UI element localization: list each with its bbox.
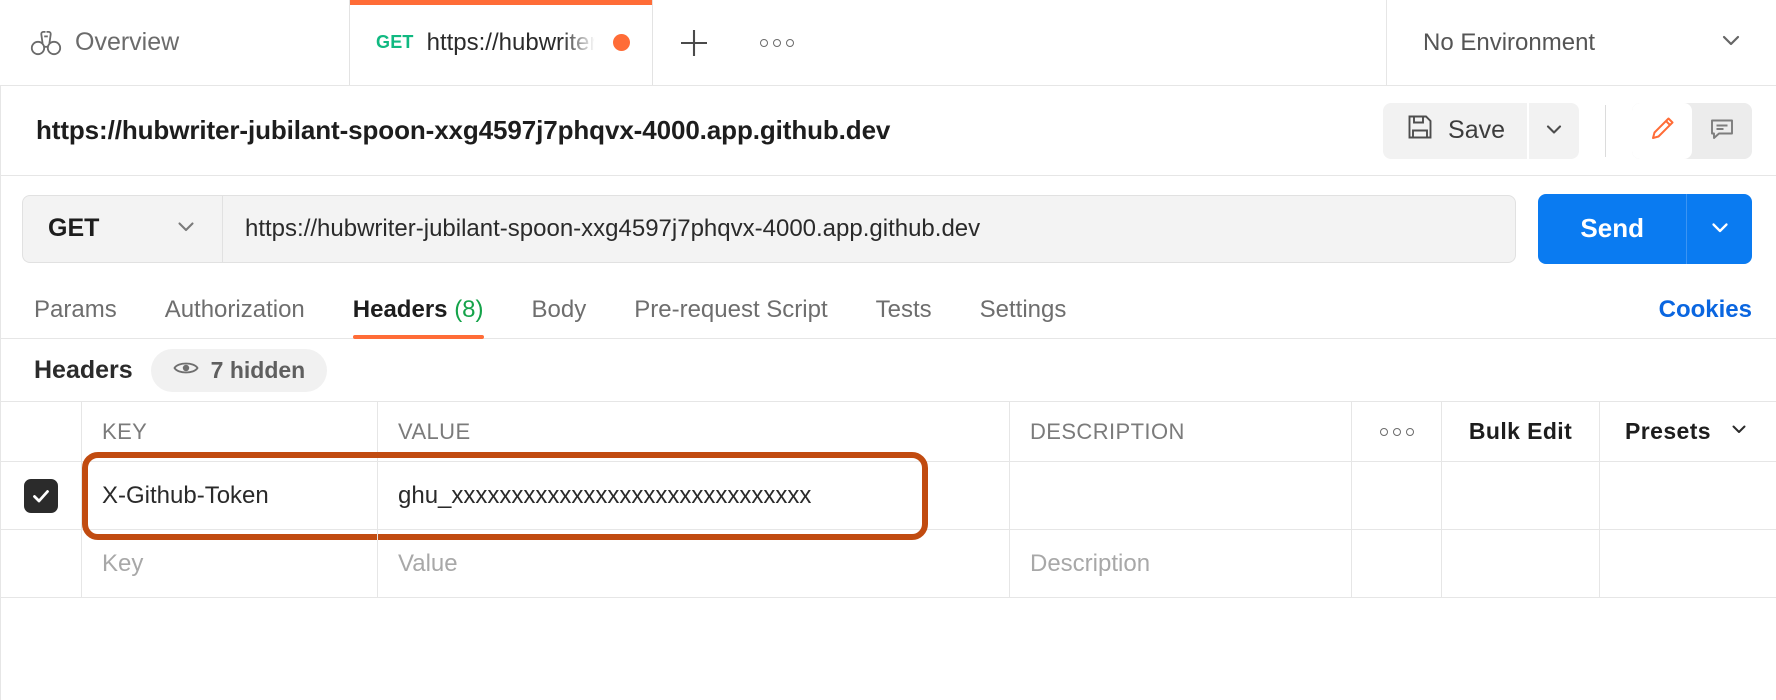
chevron-down-icon [172, 212, 200, 245]
send-options-button[interactable] [1686, 194, 1752, 264]
header-cell-description: DESCRIPTION [1010, 402, 1352, 461]
row-description-input[interactable] [1010, 462, 1352, 529]
tab-params-label: Params [34, 296, 117, 323]
url-bar-row: GET https://hubwriter-jubilant-spoon-xxg… [0, 176, 1776, 281]
tab-bar-filler [819, 0, 1387, 85]
tab-headers-count: (8) [454, 296, 483, 323]
http-method-label: GET [48, 214, 99, 243]
tabbar-more-button[interactable] [735, 0, 819, 85]
chevron-down-icon [1706, 213, 1734, 244]
placeholder-spacer-cell-1 [1442, 530, 1600, 597]
title-row-actions: Save [1383, 103, 1752, 159]
edit-request-button[interactable] [1632, 103, 1692, 159]
placeholder-key-input[interactable]: Key [82, 530, 378, 597]
send-button-group: Send [1538, 194, 1752, 264]
toolbar-divider [1605, 105, 1606, 157]
save-button[interactable]: Save [1383, 103, 1527, 159]
cookies-link[interactable]: Cookies [1659, 296, 1752, 338]
tab-overview[interactable]: Overview [0, 0, 350, 85]
request-section-tabs: Params Authorization Headers (8) Body Pr… [0, 281, 1776, 339]
save-options-button[interactable] [1529, 103, 1579, 159]
tab-body[interactable]: Body [532, 296, 587, 338]
binoculars-icon [30, 30, 62, 56]
headers-section-title: Headers [34, 356, 133, 385]
tab-authorization-label: Authorization [165, 296, 305, 323]
pencil-icon [1647, 114, 1677, 147]
ellipsis-icon [760, 39, 794, 47]
placeholder-actions-cell [1352, 530, 1442, 597]
row-select-cell [0, 462, 82, 529]
table-footer-space [0, 598, 1776, 684]
hidden-headers-toggle[interactable]: 7 hidden [151, 349, 328, 392]
eye-icon [173, 358, 199, 383]
tab-request-get[interactable]: GET https://hubwriter-jubila [350, 0, 653, 85]
comment-icon [1707, 114, 1737, 147]
tab-request-title: https://hubwriter-jubila [427, 29, 600, 57]
placeholder-spacer-cell-2 [1600, 530, 1776, 597]
http-method-select[interactable]: GET [22, 195, 222, 263]
row-checkbox[interactable] [24, 479, 58, 513]
placeholder-select-cell [0, 530, 82, 597]
unsaved-dot-icon [613, 34, 630, 51]
tab-params[interactable]: Params [34, 296, 117, 338]
placeholder-description-input[interactable]: Description [1010, 530, 1352, 597]
environment-label: No Environment [1423, 29, 1595, 57]
tab-settings-label: Settings [980, 296, 1067, 323]
tab-overview-label: Overview [75, 28, 179, 57]
url-input-value: https://hubwriter-jubilant-spoon-xxg4597… [245, 215, 980, 243]
floppy-disk-icon [1405, 112, 1435, 149]
row-value-input[interactable]: ghu_xxxxxxxxxxxxxxxxxxxxxxxxxxxxxx [378, 462, 1010, 529]
placeholder-value-input[interactable]: Value [378, 530, 1010, 597]
request-title: https://hubwriter-jubilant-spoon-xxg4597… [36, 115, 890, 146]
headers-subheader: Headers 7 hidden [0, 339, 1776, 401]
tab-pre-request-script-label: Pre-request Script [634, 296, 827, 323]
row-actions-cell [1352, 462, 1442, 529]
header-cell-select [0, 402, 82, 461]
hidden-headers-label: 7 hidden [211, 357, 306, 384]
tab-settings[interactable]: Settings [980, 296, 1067, 338]
table-more-button[interactable] [1352, 402, 1442, 461]
header-cell-value: VALUE [378, 402, 1010, 461]
table-row-placeholder[interactable]: Key Value Description [0, 530, 1776, 598]
chevron-down-icon [1727, 417, 1751, 447]
postman-app-window: Overview GET https://hubwriter-jubila No… [0, 0, 1776, 700]
tab-headers[interactable]: Headers (8) [353, 296, 484, 338]
tab-headers-label: Headers [353, 296, 448, 323]
save-button-label: Save [1448, 116, 1505, 145]
ellipsis-icon [1380, 428, 1414, 436]
left-edge-rail [0, 86, 1, 700]
presets-label: Presets [1625, 418, 1711, 445]
header-cell-key: KEY [82, 402, 378, 461]
plus-icon [677, 26, 711, 60]
presets-button[interactable]: Presets [1600, 402, 1776, 461]
tab-authorization[interactable]: Authorization [165, 296, 305, 338]
tab-tests[interactable]: Tests [876, 296, 932, 338]
table-row[interactable]: X-Github-Token ghu_xxxxxxxxxxxxxxxxxxxxx… [0, 462, 1776, 530]
tab-body-label: Body [532, 296, 587, 323]
url-input[interactable]: https://hubwriter-jubilant-spoon-xxg4597… [222, 195, 1516, 263]
chevron-down-icon [1541, 116, 1567, 145]
environment-selector[interactable]: No Environment [1387, 0, 1776, 85]
bulk-edit-button[interactable]: Bulk Edit [1442, 402, 1600, 461]
comments-button[interactable] [1692, 103, 1752, 159]
view-mode-toggle [1632, 103, 1752, 159]
row-spacer-cell-2 [1600, 462, 1776, 529]
chevron-down-icon [1716, 25, 1746, 60]
tab-tests-label: Tests [876, 296, 932, 323]
tab-bar: Overview GET https://hubwriter-jubila No… [0, 0, 1776, 86]
row-spacer-cell-1 [1442, 462, 1600, 529]
send-button[interactable]: Send [1538, 194, 1686, 264]
headers-table: KEY VALUE DESCRIPTION Bulk Edit Presets [0, 401, 1776, 598]
table-header-row: KEY VALUE DESCRIPTION Bulk Edit Presets [0, 402, 1776, 462]
new-tab-button[interactable] [653, 0, 735, 85]
tab-pre-request-script[interactable]: Pre-request Script [634, 296, 827, 338]
request-title-row: https://hubwriter-jubilant-spoon-xxg4597… [0, 86, 1776, 176]
row-key-input[interactable]: X-Github-Token [82, 462, 378, 529]
tab-method-label: GET [376, 32, 414, 53]
